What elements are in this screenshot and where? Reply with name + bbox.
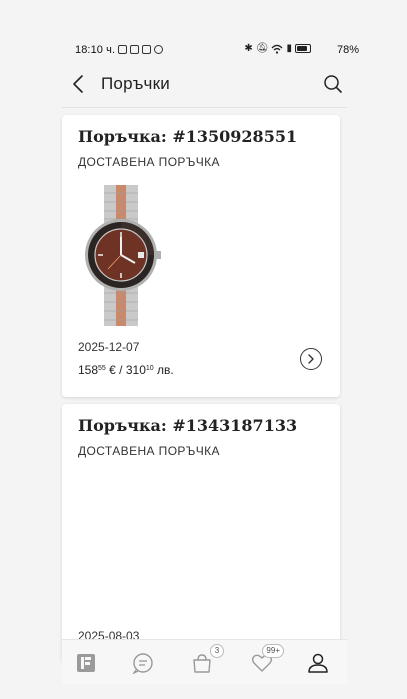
profile-icon bbox=[308, 653, 328, 673]
search-button[interactable] bbox=[321, 72, 345, 96]
bottom-navigation: 3 99+ bbox=[62, 639, 347, 684]
order-number: Поръчка: #1350928551 bbox=[78, 127, 298, 146]
battery-icon bbox=[295, 44, 311, 53]
back-button[interactable] bbox=[66, 72, 90, 96]
app-header: Поръчки bbox=[62, 62, 347, 107]
order-details-button[interactable] bbox=[300, 348, 322, 370]
nav-profile[interactable] bbox=[305, 650, 331, 676]
order-status: ДОСТАВЕНА ПОРЪЧКА bbox=[78, 155, 220, 169]
system-icons: ✱ 🔕︎ ▮ bbox=[244, 43, 311, 54]
bracelet-bottom bbox=[104, 286, 138, 326]
search-icon bbox=[324, 75, 342, 93]
nav-wishlist[interactable]: 99+ bbox=[249, 644, 284, 676]
order-card[interactable]: Поръчка: #1343187133 ДОСТАВЕНА ПОРЪЧКА 2… bbox=[62, 404, 340, 664]
notification-icon bbox=[154, 45, 163, 54]
price-eur-suffix: € / bbox=[105, 363, 126, 377]
logo-icon bbox=[77, 654, 95, 672]
order-number: Поръчка: #1343187133 bbox=[78, 416, 298, 435]
order-date: 2025-12-07 bbox=[78, 340, 140, 354]
notification-icon bbox=[118, 45, 127, 54]
wifi-icon bbox=[272, 44, 283, 54]
chevron-right-icon bbox=[308, 354, 314, 364]
battery-percent: 78% bbox=[336, 44, 359, 56]
order-status: ДОСТАВЕНА ПОРЪЧКА bbox=[78, 444, 220, 458]
nav-chat[interactable] bbox=[130, 650, 156, 676]
mute-icon: 🔕︎ bbox=[255, 43, 269, 54]
bag-icon bbox=[193, 654, 211, 673]
status-bar: 18:10 ч. ✱ 🔕︎ ▮ 78% bbox=[0, 0, 407, 62]
price-bgn-suffix: лв. bbox=[153, 363, 174, 377]
notification-icons bbox=[118, 44, 163, 55]
nav-bag[interactable]: 3 bbox=[189, 644, 224, 676]
notification-icon bbox=[142, 45, 151, 54]
sim-icon: ▮ bbox=[286, 43, 292, 54]
price-eur-main: 158 bbox=[78, 363, 99, 377]
nav-home[interactable] bbox=[73, 650, 99, 676]
price-eur-cents: 55 bbox=[98, 365, 106, 372]
bluetooth-icon: ✱ bbox=[244, 43, 253, 54]
notification-icon bbox=[130, 45, 139, 54]
header-divider bbox=[62, 107, 347, 108]
price-bgn-cents: 10 bbox=[145, 365, 154, 372]
chat-search-icon bbox=[132, 653, 153, 674]
status-time: 18:10 ч. bbox=[75, 44, 116, 56]
price-bgn-main: 310 bbox=[125, 363, 146, 377]
page-title: Поръчки bbox=[101, 74, 170, 93]
wishlist-count-badge: 99+ bbox=[262, 644, 284, 658]
bag-count-badge: 3 bbox=[210, 644, 224, 658]
chevron-left-icon bbox=[73, 75, 83, 93]
order-price: 15855 € / 31010 лв. bbox=[78, 363, 174, 377]
order-card[interactable]: Поръчка: #1350928551 ДОСТАВЕНА ПОРЪЧКА 2… bbox=[62, 115, 340, 397]
watch-product-image[interactable] bbox=[80, 183, 162, 328]
